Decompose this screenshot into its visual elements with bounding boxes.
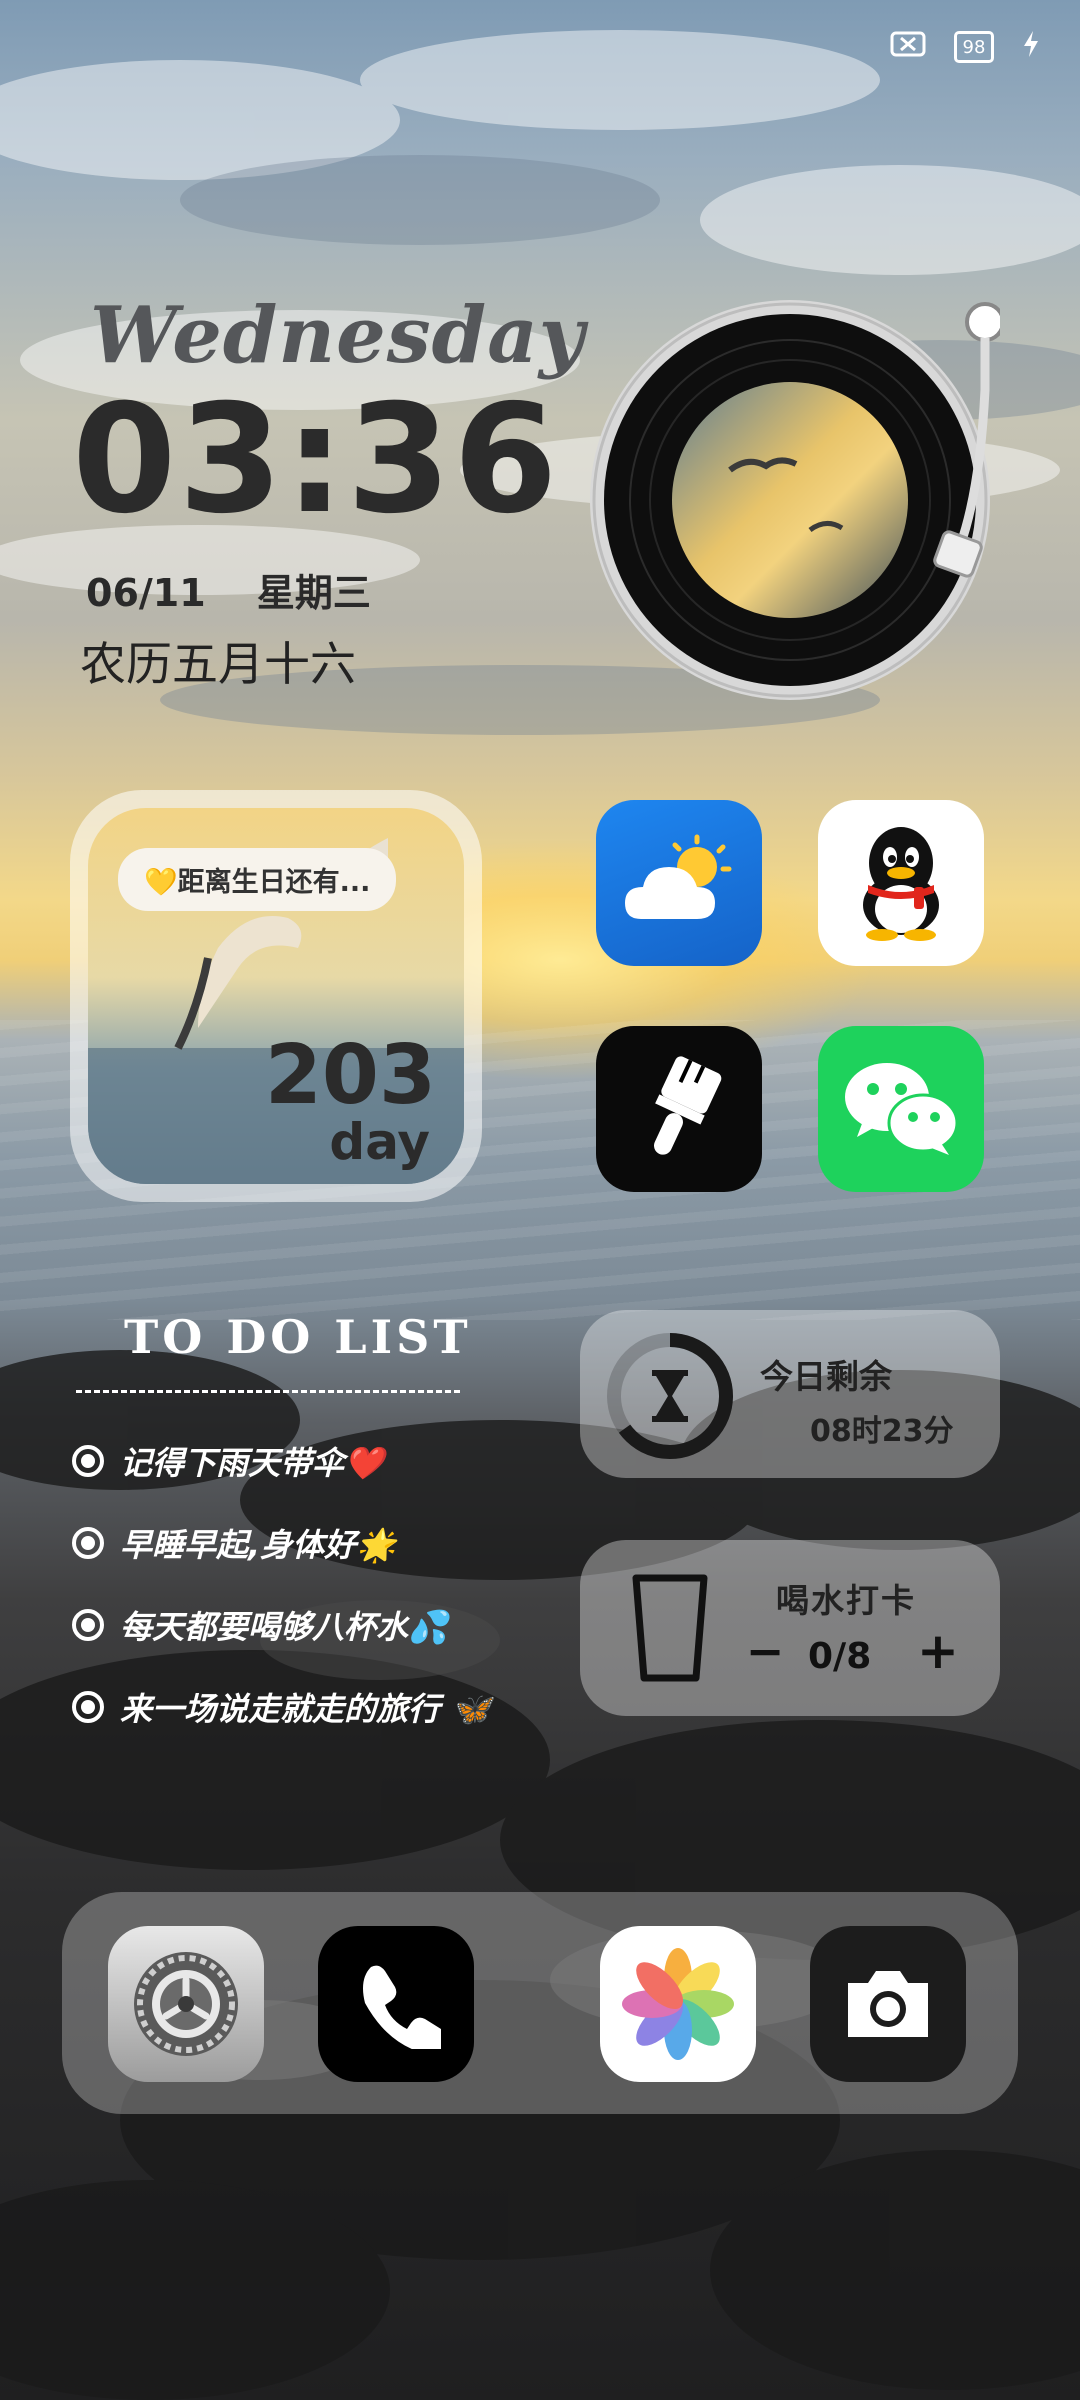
todo-divider xyxy=(76,1390,460,1393)
themes-app[interactable] xyxy=(596,1026,762,1192)
paintbrush-icon xyxy=(654,1056,722,1155)
photos-flower-icon xyxy=(622,1948,734,2060)
charging-bolt-icon xyxy=(1022,30,1040,64)
battery-indicator: 98 xyxy=(954,31,994,63)
todo-title: TO DO LIST xyxy=(124,1310,472,1364)
countdown-number: 203 xyxy=(264,1028,436,1123)
status-bar: 98 xyxy=(890,30,1040,64)
todo-radio-icon[interactable] xyxy=(72,1609,104,1641)
water-minus-button[interactable]: − xyxy=(740,1624,790,1680)
phone-icon xyxy=(363,1965,441,2049)
clock-time: 03:36 xyxy=(72,373,560,547)
water-tracker-widget[interactable]: 喝水打卡 − 0/8 + xyxy=(580,1540,1000,1716)
todo-item[interactable]: 来一场说走就走的旅行 🦋 xyxy=(72,1666,491,1748)
remaining-label: 今日剩余 xyxy=(760,1357,892,1396)
todo-item[interactable]: 每天都要喝够八杯水💦 xyxy=(72,1584,491,1666)
countdown-unit: day xyxy=(329,1113,430,1171)
date: 06/11 xyxy=(86,571,206,615)
date-line: 06/11 星期三 xyxy=(86,562,409,617)
todo-item[interactable]: 记得下雨天带伞❤️ xyxy=(72,1420,491,1502)
lunar-date: 农历五月十六 xyxy=(80,637,356,691)
todo-radio-icon[interactable] xyxy=(72,1527,104,1559)
remaining-value: 08时23分 xyxy=(810,1414,954,1449)
weekday-cn: 星期三 xyxy=(256,571,371,615)
todo-radio-icon[interactable] xyxy=(72,1445,104,1477)
record-player-widget[interactable] xyxy=(580,290,1000,710)
todo-item-text: 来一场说走就走的旅行 🦋 xyxy=(120,1690,491,1728)
camera-app[interactable] xyxy=(810,1926,966,2082)
water-label: 喝水打卡 xyxy=(776,1581,916,1620)
wechat-app[interactable] xyxy=(818,1026,984,1192)
sim-off-icon xyxy=(890,30,926,64)
hourglass-icon xyxy=(652,1370,688,1422)
water-plus-button[interactable]: + xyxy=(910,1622,966,1680)
birthday-countdown-widget[interactable]: 💛距离生日还有... 203 day xyxy=(70,790,482,1202)
todo-items: 记得下雨天带伞❤️ 早睡早起,身体好🌟 每天都要喝够八杯水💦 来一场说走就走的旅… xyxy=(72,1420,491,1748)
photos-app[interactable] xyxy=(600,1926,756,2082)
countdown-photo: 💛距离生日还有... 203 day xyxy=(88,808,464,1184)
weather-app[interactable] xyxy=(596,800,762,966)
todo-item-text: 记得下雨天带伞❤️ xyxy=(120,1444,384,1482)
todo-item-text: 每天都要喝够八杯水💦 xyxy=(120,1608,448,1646)
countdown-caption: 💛距离生日还有... xyxy=(118,848,397,911)
settings-gear-icon xyxy=(134,1952,238,2056)
settings-app[interactable] xyxy=(108,1926,264,2082)
qq-app[interactable] xyxy=(818,800,984,966)
qq-penguin-icon xyxy=(863,827,939,941)
wechat-icon xyxy=(845,1063,959,1155)
dock xyxy=(62,1892,1018,2114)
phone-app[interactable] xyxy=(318,1926,474,2082)
todo-item[interactable]: 早睡早起,身体好🌟 xyxy=(72,1502,491,1584)
remaining-progress-ring xyxy=(607,1333,733,1459)
weather-icon xyxy=(625,834,732,919)
remaining-time-widget[interactable]: 今日剩余 08时23分 xyxy=(580,1310,1000,1478)
todo-item-text: 早睡早起,身体好🌟 xyxy=(120,1526,397,1564)
camera-icon xyxy=(848,1971,928,2037)
weekday-script: Wednesday xyxy=(90,290,586,381)
todo-radio-icon[interactable] xyxy=(72,1691,104,1723)
water-count: 0/8 xyxy=(808,1636,872,1677)
water-cup-icon xyxy=(632,1574,708,1682)
